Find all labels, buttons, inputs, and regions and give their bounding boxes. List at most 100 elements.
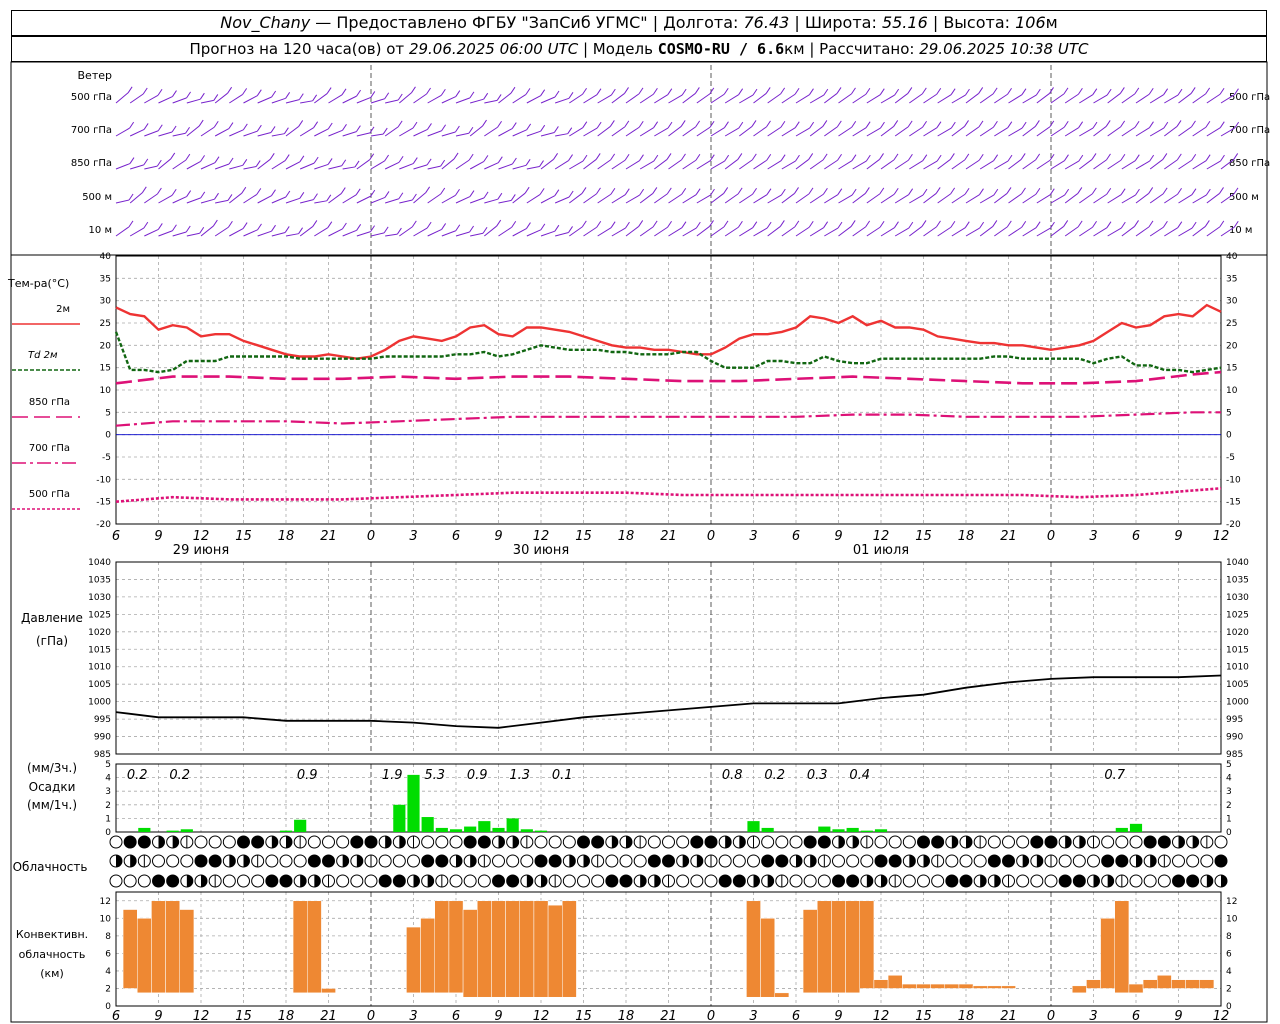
wind-barb-staff <box>1135 193 1149 204</box>
conv-bar <box>505 900 521 998</box>
wind-barb-staff <box>441 131 456 137</box>
cloud-symbol <box>180 854 194 868</box>
wind-barb-staff <box>781 193 795 204</box>
cloud-symbol-half <box>810 855 817 867</box>
cloud-symbol <box>435 835 449 849</box>
conv-bar <box>774 992 790 998</box>
wind-barb-flag <box>312 94 318 102</box>
wind-barb-staff <box>696 226 710 237</box>
wind-barb-flag <box>482 227 488 234</box>
wind-barb-flag <box>497 156 503 163</box>
wind-barb-flag <box>285 92 291 99</box>
wind-barb-flag <box>397 120 403 128</box>
wind-barb-flag <box>185 225 191 233</box>
cloud-symbol <box>662 835 675 849</box>
wind-barb-staff <box>526 166 540 170</box>
wind-barb-staff <box>654 193 668 204</box>
wind-barb-staff <box>710 226 725 237</box>
cloud-symbol-fill <box>818 836 831 848</box>
wind-barb-staff <box>710 160 725 170</box>
wind-barb-staff <box>115 163 131 170</box>
wind-barb-flag <box>453 152 459 160</box>
temp-ytick-left: 15 <box>100 364 111 374</box>
cloud-symbol <box>633 854 647 868</box>
wind-barb-staff <box>158 230 173 237</box>
conv-bar <box>1072 985 1087 994</box>
wind-barb-flag <box>596 220 602 228</box>
cloud-symbol <box>237 874 250 888</box>
cloud-symbol <box>109 874 123 888</box>
cloud-symbol <box>846 854 860 868</box>
wind-barb-flag <box>510 86 516 94</box>
wind-barb-staff <box>1121 194 1136 204</box>
wind-barb-staff <box>838 93 852 104</box>
wind-barb-staff <box>370 196 386 204</box>
wind-barb-staff <box>639 226 654 237</box>
precip-bar <box>534 830 548 832</box>
cloud-symbol <box>109 835 123 849</box>
wind-barb-staff <box>710 127 725 137</box>
wind-barb-staff <box>852 127 867 137</box>
wind-barb-flag <box>397 93 403 101</box>
wind-barb-flag <box>752 221 758 228</box>
cloud-symbol <box>548 835 562 849</box>
cloud-symbol <box>1044 874 1058 888</box>
wind-barb-flag <box>326 87 332 94</box>
wind-barb-staff <box>356 132 371 137</box>
wind-barb-flag <box>581 187 587 194</box>
wind-barb-staff <box>724 193 739 204</box>
wind-barb-flag <box>738 121 744 129</box>
wind-barb-staff <box>526 229 542 237</box>
wind-barb-staff <box>399 199 413 204</box>
wind-barb-flag <box>213 94 219 101</box>
temp-series-line <box>115 303 1222 360</box>
wind-barb-staff <box>115 226 130 237</box>
wind-barb-staff <box>1008 226 1023 237</box>
wind-barb-flag <box>1177 221 1183 228</box>
wind-barb-flag <box>540 89 546 96</box>
wind-barb-staff <box>370 98 385 104</box>
wind-barb-staff <box>668 126 682 137</box>
conv-bar <box>562 900 577 998</box>
wind-barb-flag <box>1063 220 1069 227</box>
wind-barb-staff <box>129 192 143 204</box>
wind-barb-flag <box>766 120 771 128</box>
cloud-symbol-fill <box>535 855 547 867</box>
wind-barb-flag <box>1135 188 1140 196</box>
wind-barb-flag <box>1219 220 1225 228</box>
wind-barb-staff <box>838 126 853 137</box>
wind-barb-staff <box>654 127 669 137</box>
cloud-symbol-half <box>1065 836 1072 848</box>
wind-barb-staff <box>894 194 909 204</box>
wind-barb-flag <box>141 186 147 194</box>
wind-barb-staff <box>129 93 144 104</box>
wind-barb-flag <box>865 87 871 95</box>
pressure-ytick-left: 1025 <box>88 610 111 620</box>
wind-barb-staff <box>979 93 994 104</box>
wind-barb-staff <box>1178 126 1192 137</box>
cloud-symbol-fill <box>875 855 887 867</box>
wind-barb-flag <box>455 90 461 97</box>
cloud-symbol-fill <box>251 836 264 848</box>
precip-bar <box>449 829 463 832</box>
wind-barb-staff <box>115 127 130 137</box>
wind-barb-staff <box>1022 159 1036 170</box>
wind-barb-staff <box>130 164 144 170</box>
cloud-symbol <box>789 835 803 849</box>
wind-barb-flag <box>610 187 616 195</box>
pressure-ytick-left: 995 <box>94 715 111 725</box>
wind-barb-flag <box>1092 121 1098 129</box>
conv-time-tick: 0 <box>707 1009 715 1024</box>
conv-time-tick: 15 <box>915 1009 932 1024</box>
wind-barb-flag <box>242 222 248 229</box>
conv-bar <box>1001 985 1016 989</box>
wind-barb-staff <box>625 226 639 237</box>
wind-barb-flag <box>341 159 347 167</box>
wind-barb-staff <box>413 192 426 204</box>
precip-total-label: 0.7 <box>1104 768 1125 783</box>
wind-barb-staff <box>852 93 867 104</box>
wind-barb-flag <box>794 87 800 95</box>
wind-barb-staff <box>455 196 471 204</box>
cloud-symbol-half <box>881 875 887 887</box>
cloud-symbol-half <box>796 855 802 867</box>
